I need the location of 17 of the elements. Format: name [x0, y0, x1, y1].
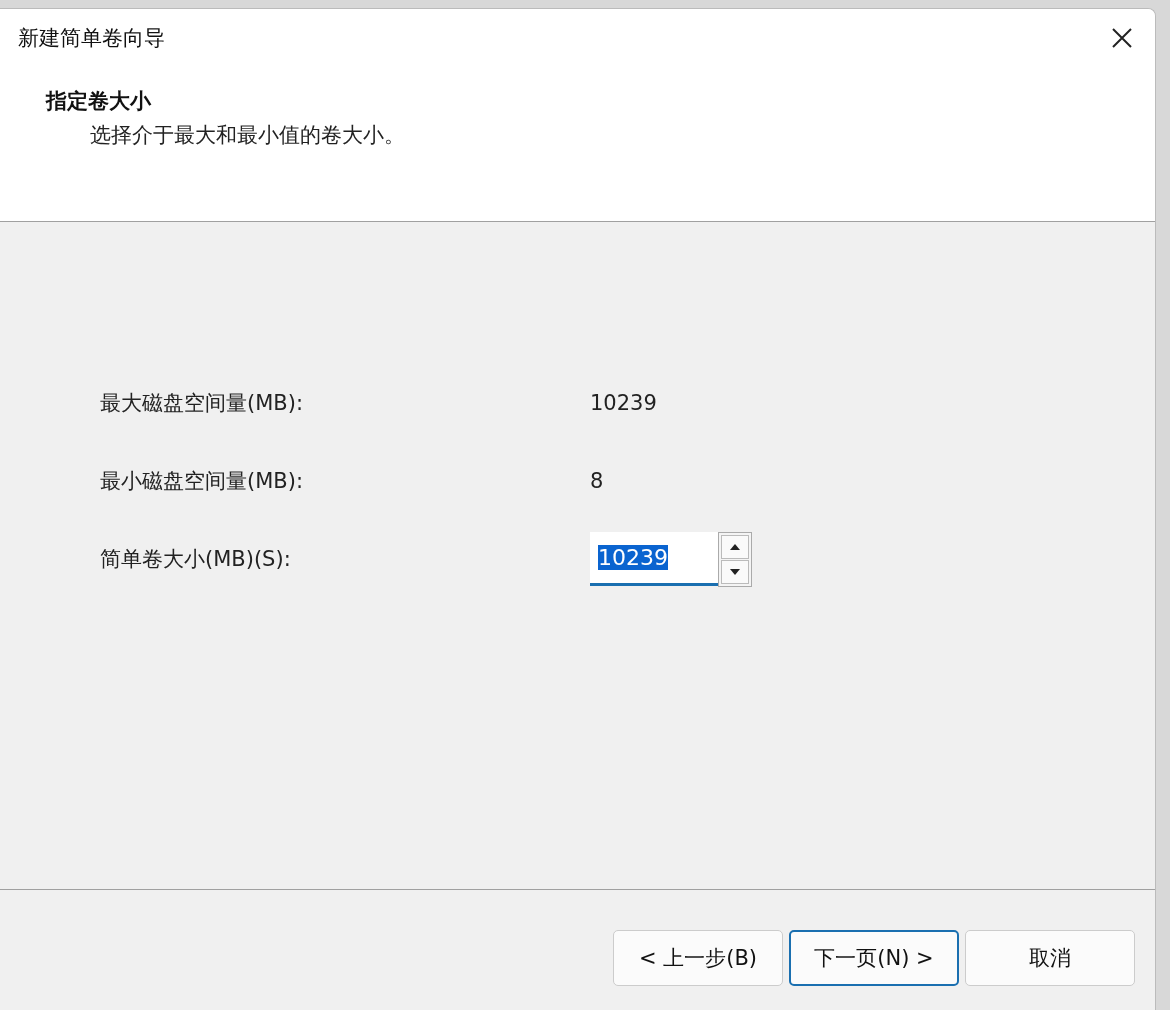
- up-triangle-icon: [730, 543, 740, 550]
- field-value: 10239: [590, 391, 658, 415]
- field-label: 最大磁盘空间量(MB):: [100, 390, 304, 417]
- wizard-button[interactable]: 下一页(N) >: [789, 930, 959, 986]
- down-triangle-icon: [730, 568, 740, 575]
- field-label: 简单卷大小(MB)(S):: [100, 546, 292, 573]
- size-input-field[interactable]: 10239: [590, 532, 718, 586]
- field-label: 最小磁盘空间量(MB):: [100, 468, 304, 495]
- spin-down-button[interactable]: [721, 559, 749, 584]
- page-description: 选择介于最大和最小值的卷大小。: [90, 122, 406, 149]
- window-title: 新建简单卷向导: [18, 25, 165, 52]
- close-icon: [1111, 27, 1133, 49]
- page-heading: 指定卷大小: [46, 88, 152, 115]
- wizard-button[interactable]: < 上一步(B): [613, 930, 783, 986]
- spin-up-button[interactable]: [721, 534, 749, 559]
- field-value: 8: [590, 469, 605, 493]
- wizard-button[interactable]: 取消: [965, 930, 1135, 986]
